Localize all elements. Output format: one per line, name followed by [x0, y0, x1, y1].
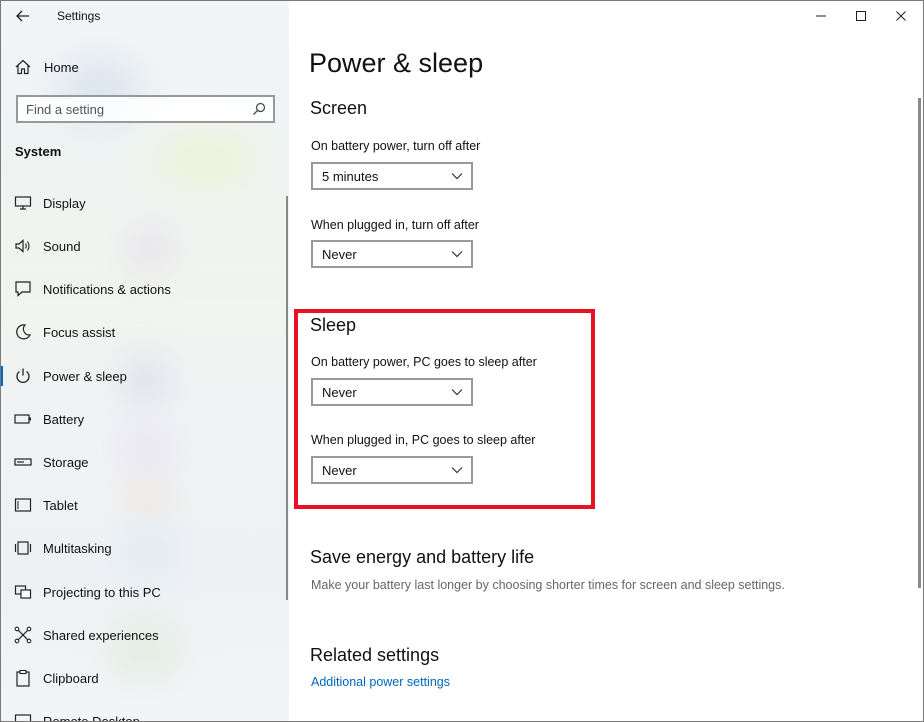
sidebar-item-shared-experiences[interactable]: Shared experiences [0, 615, 286, 655]
sidebar-item-focus-assist[interactable]: Focus assist [0, 312, 286, 352]
screen-battery-label: On battery power, turn off after [311, 139, 481, 153]
sidebar-item-label: Tablet [43, 497, 78, 513]
shared-experiences-icon [14, 626, 32, 644]
sidebar-item-label: Focus assist [43, 324, 116, 340]
sleep-highlight-box [294, 309, 595, 509]
chevron-down-icon [451, 173, 463, 180]
home-icon [15, 59, 31, 75]
screen-battery-dropdown[interactable]: 5 minutes [311, 162, 473, 190]
sidebar-item-label: Display [43, 195, 86, 211]
sidebar-item-storage[interactable]: Storage [0, 442, 286, 482]
sidebar-item-battery[interactable]: Battery [0, 399, 286, 439]
clipboard-icon [14, 669, 32, 687]
back-arrow-icon [16, 10, 29, 22]
sidebar-item-label: Multitasking [43, 540, 112, 556]
active-indicator [0, 366, 3, 386]
remote-desktop-icon [14, 712, 32, 722]
related-settings-heading: Related settings [310, 645, 440, 665]
screen-plugged-dropdown[interactable]: Never [311, 240, 473, 268]
page-title: Power & sleep [309, 48, 484, 78]
app-title: Settings [57, 9, 101, 23]
sidebar-item-label: Battery [43, 411, 85, 427]
battery-icon [14, 410, 32, 428]
back-button[interactable] [12, 6, 34, 26]
home-nav-item[interactable]: Home [14, 56, 79, 78]
search-icon[interactable] [251, 101, 267, 117]
search-box[interactable] [16, 95, 275, 123]
projecting-icon [14, 583, 32, 601]
chevron-down-icon [451, 251, 463, 258]
sidebar-item-sound[interactable]: Sound [0, 226, 286, 266]
search-input[interactable] [18, 97, 238, 121]
storage-icon [14, 453, 32, 471]
sidebar-item-power-sleep[interactable]: Power & sleep [0, 356, 286, 396]
sidebar-item-display[interactable]: Display [0, 183, 286, 223]
tablet-icon [14, 496, 32, 514]
display-icon [14, 194, 32, 212]
home-label: Home [44, 59, 79, 75]
sidebar-item-label: Remote Desktop [43, 713, 140, 722]
sidebar-item-label: Storage [43, 454, 89, 470]
sound-icon [14, 237, 32, 255]
notifications-icon [14, 280, 32, 298]
save-energy-description: Make your battery last longer by choosin… [311, 578, 785, 592]
save-energy-heading: Save energy and battery life [310, 547, 535, 567]
sidebar-item-remote-desktop[interactable]: Remote Desktop [0, 701, 286, 722]
sidebar-item-projecting[interactable]: Projecting to this PC [0, 572, 286, 612]
sidebar: Settings Home System Display Sound Notif… [0, 0, 289, 722]
screen-battery-value: 5 minutes [322, 168, 379, 184]
main-scrollbar[interactable] [918, 98, 921, 588]
background-blur [150, 130, 260, 190]
power-icon [14, 367, 32, 385]
screen-plugged-value: Never [322, 246, 357, 262]
sidebar-item-tablet[interactable]: Tablet [0, 485, 286, 525]
sidebar-scrollbar[interactable] [286, 196, 288, 600]
sidebar-item-label: Shared experiences [43, 627, 159, 643]
sidebar-item-label: Power & sleep [43, 368, 127, 384]
sidebar-item-label: Notifications & actions [43, 281, 171, 297]
sidebar-item-label: Projecting to this PC [43, 584, 161, 600]
sidebar-item-notifications[interactable]: Notifications & actions [0, 269, 286, 309]
sidebar-item-label: Sound [43, 238, 81, 254]
screen-plugged-label: When plugged in, turn off after [311, 218, 479, 232]
sidebar-item-clipboard[interactable]: Clipboard [0, 658, 286, 698]
multitasking-icon [14, 539, 32, 557]
sidebar-item-label: Clipboard [43, 670, 99, 686]
additional-power-settings-link[interactable]: Additional power settings [311, 675, 450, 689]
focus-assist-icon [14, 323, 32, 341]
section-title: System [15, 144, 62, 159]
screen-heading: Screen [310, 98, 368, 118]
sidebar-item-multitasking[interactable]: Multitasking [0, 528, 286, 568]
